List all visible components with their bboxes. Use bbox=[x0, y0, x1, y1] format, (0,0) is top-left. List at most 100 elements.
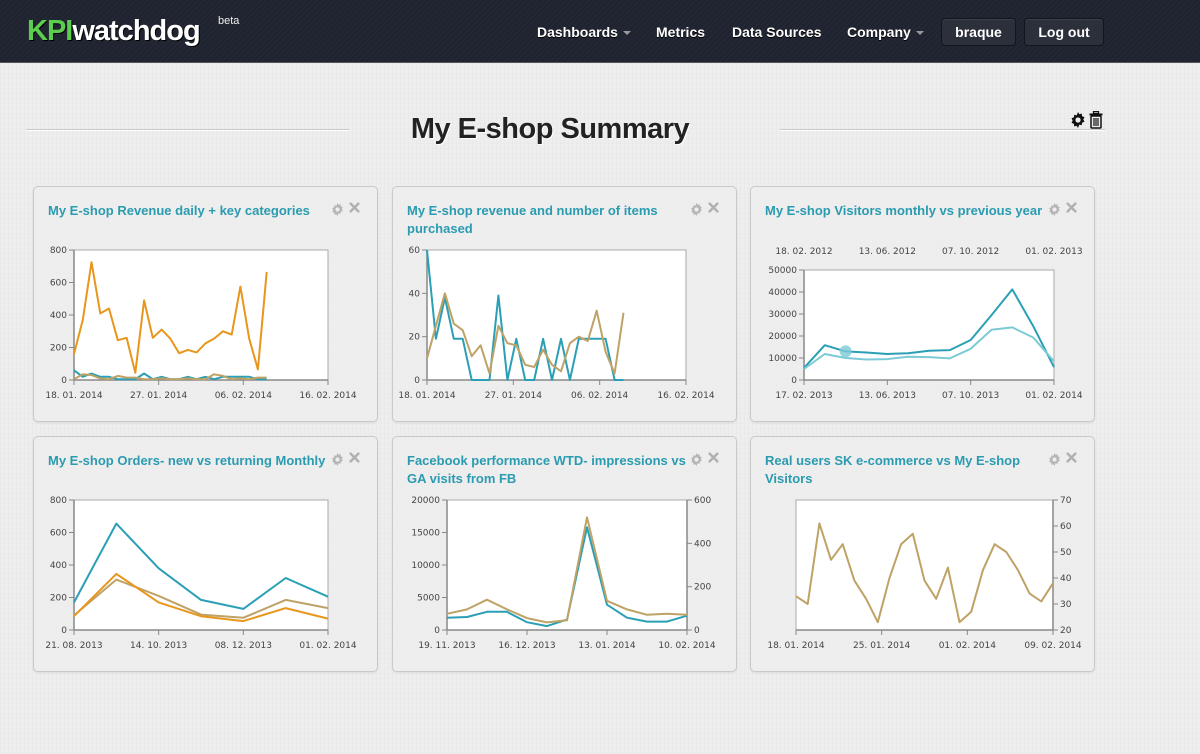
y-tick-label: 0 bbox=[791, 376, 797, 386]
chart-revenue-items: 0 20 40 60 18. 01. 2014 27. 01. 2014 06. 02. 2… bbox=[398, 246, 715, 401]
y2-tick-label: 60 bbox=[1060, 522, 1072, 532]
x-tick-label: 14. 10. 2013 bbox=[130, 641, 187, 651]
y2-tick-label: 0 bbox=[694, 626, 700, 636]
x-tick-label: 06. 02. 2014 bbox=[215, 391, 273, 401]
x-tick-label: 18. 01. 2014 bbox=[398, 391, 456, 401]
y-tick-label: 60 bbox=[409, 246, 421, 256]
nav-data-sources-label: Data Sources bbox=[732, 24, 822, 40]
y2-tick-label: 70 bbox=[1060, 496, 1072, 506]
y2-tick-label: 40 bbox=[1060, 574, 1072, 584]
y-tick-label: 600 bbox=[50, 529, 67, 539]
y-tick-label: 40000 bbox=[768, 288, 797, 298]
y-tick-label: 200 bbox=[50, 594, 67, 604]
y-tick-label: 20000 bbox=[768, 332, 797, 342]
y-tick-label: 50000 bbox=[768, 266, 797, 276]
y-tick-label: 400 bbox=[50, 561, 67, 571]
x-tick-label: 01. 02. 2014 bbox=[939, 641, 997, 651]
y2-tick-label: 30 bbox=[1060, 600, 1072, 610]
dashboard-title: My E-shop Summary bbox=[410, 113, 690, 145]
title-divider-right bbox=[780, 129, 1105, 131]
x-tick-label: 01. 02. 2014 bbox=[1025, 391, 1083, 401]
nav-metrics[interactable]: Metrics bbox=[656, 24, 705, 40]
x-tick-label: 16. 12. 2013 bbox=[498, 641, 555, 651]
y-tick-label: 10000 bbox=[768, 354, 797, 364]
x-tick-label: 07. 10. 2013 bbox=[942, 391, 999, 401]
highlight-point bbox=[839, 345, 852, 358]
x-tick-label: 06. 02. 2014 bbox=[571, 391, 629, 401]
y-tick-label: 600 bbox=[50, 279, 67, 289]
y2-tick-label: 400 bbox=[694, 539, 711, 549]
widget-card-revenue-items: My E-shop revenue and number of items pu… bbox=[392, 186, 737, 422]
y-tick-label: 5000 bbox=[417, 594, 440, 604]
y2-tick-label: 20 bbox=[1060, 626, 1072, 636]
x-tick-label: 21. 08. 2013 bbox=[45, 641, 102, 651]
plot-area bbox=[803, 269, 1055, 381]
x-tick-label: 16. 02. 2014 bbox=[299, 391, 357, 401]
x-top-tick-label: 01. 02. 2013 bbox=[1025, 247, 1082, 257]
gear-icon[interactable] bbox=[1070, 111, 1086, 129]
chart-real-users-sk: 20 30 40 50 60 70 18. 01. 2014 25. 01. 2014 01. … bbox=[767, 496, 1082, 651]
x-top-tick-label: 18. 02. 2012 bbox=[775, 247, 832, 257]
x-top-tick-label: 07. 10. 2012 bbox=[942, 247, 999, 257]
plot-area bbox=[73, 499, 329, 631]
y-tick-label: 0 bbox=[434, 626, 440, 636]
x-tick-label: 16. 02. 2014 bbox=[657, 391, 715, 401]
x-tick-label: 27. 01. 2014 bbox=[130, 391, 188, 401]
x-tick-label: 08. 12. 2013 bbox=[215, 641, 272, 651]
trash-icon[interactable] bbox=[1089, 110, 1105, 129]
y-tick-label: 30000 bbox=[768, 310, 797, 320]
y-tick-label: 20000 bbox=[411, 496, 440, 506]
y-tick-label: 800 bbox=[50, 496, 67, 506]
widget-card-visitors-monthly: My E-shop Visitors monthly vs previous y… bbox=[750, 186, 1095, 422]
y-tick-label: 40 bbox=[409, 289, 421, 299]
x-tick-label: 25. 01. 2014 bbox=[853, 641, 911, 651]
nav-data-sources[interactable]: Data Sources bbox=[732, 24, 821, 40]
nav-company-label: Company bbox=[847, 24, 911, 40]
user-button[interactable]: braque bbox=[941, 18, 1016, 46]
widget-card-revenue-daily: My E-shop Revenue daily + key categories… bbox=[33, 186, 378, 422]
caret-down-icon bbox=[915, 31, 924, 36]
logo[interactable]: KPIwatchdog beta bbox=[27, 14, 239, 48]
caret-down-icon bbox=[622, 31, 631, 36]
y-tick-label: 0 bbox=[61, 376, 67, 386]
chart-revenue-daily: 0 200 400 600 800 18. 01. 2014 27. 01. 2014 06.… bbox=[45, 246, 357, 401]
top-navbar: KPIwatchdog beta Dashboards Metrics Data… bbox=[0, 0, 1200, 63]
y-tick-label: 15000 bbox=[411, 529, 440, 539]
y-tick-label: 800 bbox=[50, 246, 67, 256]
x-tick-label: 17. 02. 2013 bbox=[775, 391, 832, 401]
x-tick-label: 18. 01. 2014 bbox=[767, 641, 825, 651]
logo-kpi: KPI bbox=[27, 15, 73, 47]
x-tick-label: 13. 06. 2013 bbox=[859, 391, 916, 401]
nav-dashboards[interactable]: Dashboards bbox=[537, 24, 631, 40]
y2-tick-label: 50 bbox=[1060, 548, 1072, 558]
chart-visitors-monthly: 0 10000 20000 30000 40000 50000 17. 02. 2013 13… bbox=[768, 247, 1083, 401]
y-tick-label: 400 bbox=[50, 311, 67, 321]
x-tick-label: 27. 01. 2014 bbox=[485, 391, 543, 401]
y-tick-label: 200 bbox=[50, 344, 67, 354]
y-tick-label: 0 bbox=[414, 376, 420, 386]
logout-button[interactable]: Log out bbox=[1024, 18, 1104, 46]
x-tick-label: 13. 01. 2014 bbox=[578, 641, 636, 651]
plot-area bbox=[446, 499, 688, 631]
nav-company[interactable]: Company bbox=[847, 24, 924, 40]
x-tick-label: 19. 11. 2013 bbox=[418, 641, 475, 651]
logo-watchdog: watchdog bbox=[72, 15, 200, 47]
x-tick-label: 01. 02. 2014 bbox=[299, 641, 357, 651]
logo-beta-badge: beta bbox=[218, 15, 240, 27]
nav-dashboards-label: Dashboards bbox=[537, 24, 618, 40]
plot-area bbox=[73, 249, 329, 381]
nav-metrics-label: Metrics bbox=[656, 24, 706, 40]
widget-card-orders-new-returning: My E-shop Orders- new vs returning Month… bbox=[33, 436, 378, 672]
chart-orders-new-returning: 0 200 400 600 800 21. 08. 2013 14. 10. 2013 08.… bbox=[45, 496, 357, 651]
x-tick-label: 09. 02. 2014 bbox=[1024, 641, 1082, 651]
x-tick-label: 18. 01. 2014 bbox=[45, 391, 103, 401]
title-divider-left bbox=[26, 129, 349, 131]
chart-facebook-performance: 0 5000 10000 15000 20000 0 200 400 600 19. 11. 20… bbox=[411, 496, 716, 651]
widget-card-real-users-sk: Real users SK e-commerce vs My E-shop Vi… bbox=[750, 436, 1095, 672]
x-top-tick-label: 13. 06. 2012 bbox=[859, 247, 916, 257]
y2-tick-label: 200 bbox=[694, 583, 711, 593]
y-tick-label: 20 bbox=[409, 333, 421, 343]
y-tick-label: 0 bbox=[61, 626, 67, 636]
widget-card-facebook-performance: Facebook performance WTD- impressions vs… bbox=[392, 436, 737, 672]
y2-tick-label: 600 bbox=[694, 496, 711, 506]
